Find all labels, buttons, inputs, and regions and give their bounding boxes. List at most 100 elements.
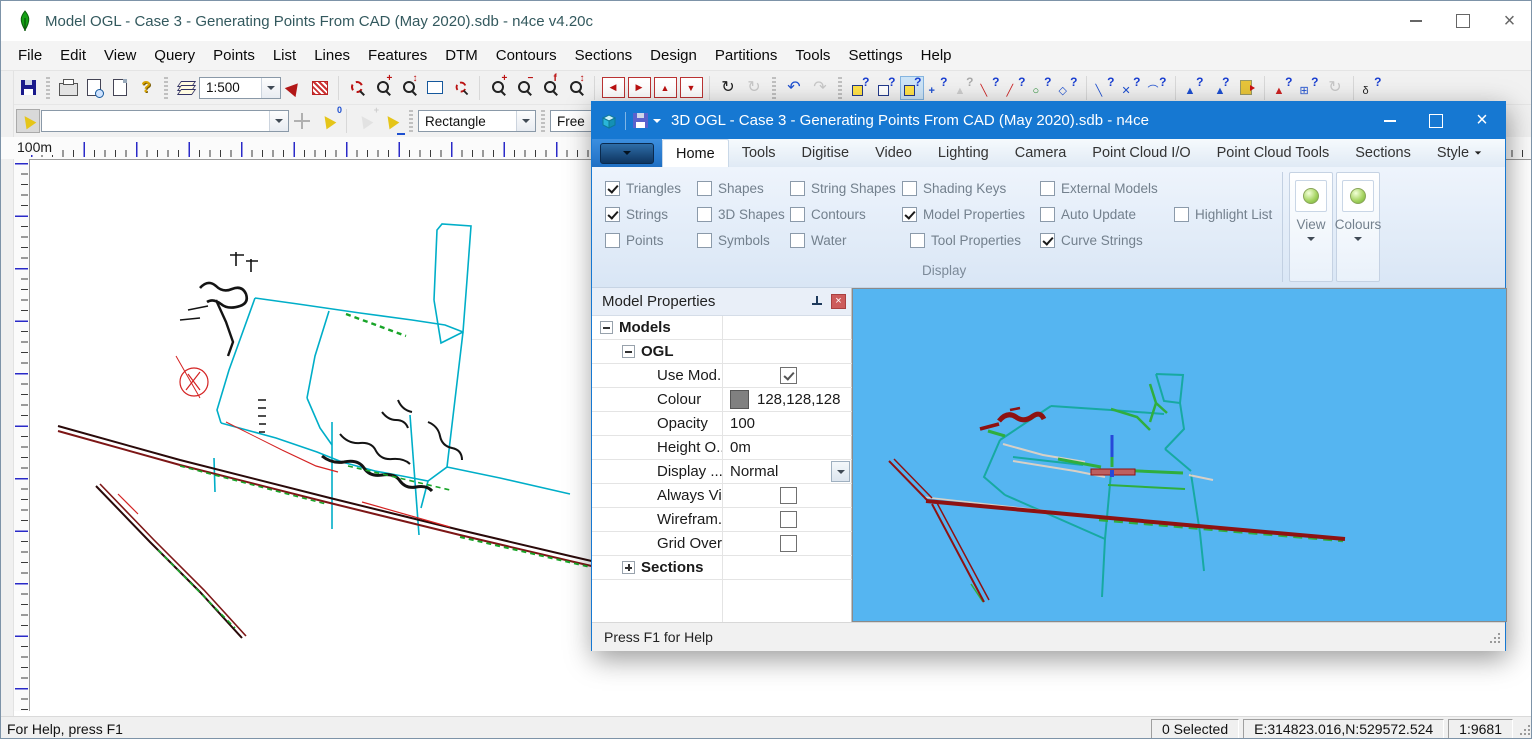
use-model-checkbox[interactable] [780,367,797,384]
zoom-centre-button[interactable]: + [371,76,395,100]
query-cross-button[interactable]: ✕? [1119,76,1143,100]
rotate-view-button[interactable]: ↻ [716,76,740,100]
redraw-button[interactable] [282,76,306,100]
display-checkbox-model-properties[interactable]: Model Properties [902,207,1025,222]
grid-overlay-checkbox[interactable] [780,535,797,552]
arrow-add-button[interactable]: + [353,109,377,133]
query-segment-button[interactable]: ╲? [1093,76,1117,100]
help-button[interactable]: ? [134,76,158,100]
tab-camera[interactable]: Camera [1002,139,1080,167]
menu-file[interactable]: File [9,47,51,64]
menu-settings[interactable]: Settings [839,47,911,64]
zoom-in-button[interactable]: + [486,76,510,100]
query-string-button[interactable]: ╱? [1004,76,1028,100]
maximize-button[interactable] [1439,1,1486,41]
query-level-button[interactable]: ▲? [1182,76,1206,100]
inner-titlebar[interactable]: 3D OGL - Case 3 - Generating Points From… [592,102,1505,139]
query-add-point-button[interactable]: +? [926,76,950,100]
inner-close-button[interactable]: × [1459,102,1505,139]
qat-dropdown-icon[interactable] [653,119,661,123]
combo-chevron[interactable] [261,78,280,98]
shape-combobox[interactable]: Rectangle [418,110,536,132]
display-checkbox-shapes[interactable]: Shapes [697,181,764,196]
app-menu-button[interactable] [600,143,654,164]
toolbar-grip[interactable] [541,110,545,132]
menu-partitions[interactable]: Partitions [706,47,787,64]
always-visible-checkbox[interactable] [780,487,797,504]
display-mode-dropdown[interactable] [831,461,850,482]
zoom-selected-button[interactable] [449,76,473,100]
print-preview-button[interactable] [82,76,106,100]
select-feature-button[interactable] [16,109,40,133]
colour-swatch[interactable] [730,390,749,409]
toolbar-grip[interactable] [46,77,50,99]
query-level2-button[interactable]: ▲? [1208,76,1232,100]
tab-point-cloud-tools[interactable]: Point Cloud Tools [1204,139,1343,167]
tab-sections[interactable]: Sections [1342,139,1424,167]
prop-value[interactable]: 0m [722,436,852,459]
menu-edit[interactable]: Edit [51,47,95,64]
menu-features[interactable]: Features [359,47,436,64]
prop-value[interactable]: 100 [722,412,852,435]
zoom-extents-button[interactable] [345,76,369,100]
inner-minimize-button[interactable] [1367,102,1413,139]
triangle-level-button[interactable]: ▲? [1271,76,1295,100]
menu-list[interactable]: List [264,47,305,64]
print-button[interactable] [56,76,80,100]
menu-lines[interactable]: Lines [305,47,359,64]
combo-chevron[interactable] [269,111,288,131]
pan-right-button[interactable]: ▶ [627,76,651,100]
rotate-view-disabled-button[interactable]: ↻ [742,76,766,100]
view-dropdown-button[interactable]: View [1289,172,1333,282]
tree-node-sections[interactable]: Sections [592,556,852,580]
collapse-icon[interactable] [622,345,635,358]
display-checkbox-highlight-list[interactable]: Highlight List [1174,207,1272,222]
menu-design[interactable]: Design [641,47,706,64]
query-point-button[interactable]: ? [874,76,898,100]
tab-video[interactable]: Video [862,139,925,167]
rotate-query-button[interactable]: ↻ [1323,76,1347,100]
exit-query-button[interactable] [1234,76,1258,100]
query-active-button[interactable]: ? [900,76,924,100]
zoom-factor-button[interactable]: f [538,76,562,100]
pan-up-button[interactable]: ▲ [653,76,677,100]
redo-button[interactable]: ↷ [808,76,832,100]
grid-level-button[interactable]: ⊞? [1297,76,1321,100]
display-checkbox-contours[interactable]: Contours [790,207,866,222]
tab-lighting[interactable]: Lighting [925,139,1002,167]
pan-down-button[interactable]: ▼ [679,76,703,100]
display-checkbox-symbols[interactable]: Symbols [697,233,770,248]
tree-node-ogl[interactable]: OGL [592,340,852,364]
query-circle-button[interactable]: ○? [1030,76,1054,100]
tab-style[interactable]: Style [1424,139,1495,167]
arrow-direction-button[interactable]: 0 [316,109,340,133]
menu-help[interactable]: Help [912,47,961,64]
dynamic-pan-button[interactable]: ↕ [397,76,421,100]
zoom-out-button[interactable]: − [512,76,536,100]
expand-icon[interactable] [622,561,635,574]
tab-tools[interactable]: Tools [729,139,789,167]
display-checkbox-triangles[interactable]: Triangles [605,181,681,196]
page-setup-button[interactable] [108,76,132,100]
query-triangle-button[interactable]: ▲? [952,76,976,100]
tab-home[interactable]: Home [662,139,729,167]
menu-dtm[interactable]: DTM [436,47,487,64]
inner-maximize-button[interactable] [1413,102,1459,139]
pin-icon[interactable] [811,296,823,308]
display-checkbox-3d-shapes[interactable]: 3D Shapes [697,207,785,222]
pan-left-button[interactable]: ◀ [601,76,625,100]
combo-chevron[interactable] [516,111,535,131]
save-button[interactable] [16,76,40,100]
zoom-previous-button[interactable]: ↕ [564,76,588,100]
prop-value[interactable]: Normal [722,460,852,483]
tab-point-cloud-io[interactable]: Point Cloud I/O [1079,139,1203,167]
close-button[interactable]: × [1486,1,1532,41]
query-curve-button[interactable]: ⌒? [1145,76,1169,100]
display-checkbox-strings[interactable]: Strings [605,207,668,222]
query-shape-button[interactable]: ◇? [1056,76,1080,100]
minimize-button[interactable] [1392,1,1439,41]
display-checkbox-curve-strings[interactable]: Curve Strings [1040,233,1143,248]
colours-dropdown-button[interactable]: Colours [1336,172,1380,282]
display-checkbox-auto-update[interactable]: Auto Update [1040,207,1136,222]
display-checkbox-water[interactable]: Water [790,233,847,248]
